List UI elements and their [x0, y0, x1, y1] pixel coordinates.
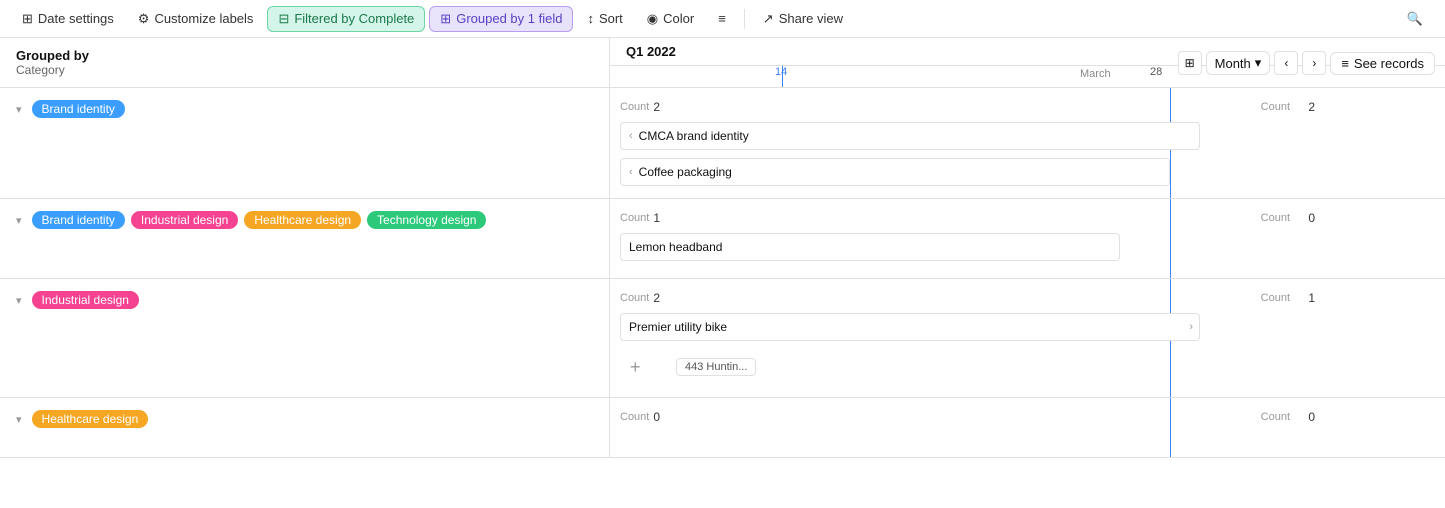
- group-row: ▾ Brand identity Count 2 Count 2 ‹ CMCA …: [0, 88, 1445, 199]
- date-settings-button[interactable]: ⊞ Date settings: [12, 7, 124, 31]
- partial-record: 443 Huntin...: [676, 358, 756, 376]
- record-bar-premier[interactable]: Premier utility bike ›: [620, 313, 1200, 341]
- collapse-icon[interactable]: ▾: [16, 294, 22, 307]
- grouped-by-field: Category: [16, 63, 593, 77]
- density-icon: ≡: [718, 11, 726, 26]
- tag-technology-design: Technology design: [367, 211, 486, 229]
- record-label: Lemon headband: [629, 240, 722, 254]
- main-area: Grouped by Category Q1 2022 March 14 28 …: [0, 38, 1445, 508]
- grouped-by-button[interactable]: ⊞ Grouped by 1 field: [429, 6, 573, 32]
- count-right-val: 0: [1308, 410, 1315, 424]
- see-records-button[interactable]: ≡ See records: [1330, 52, 1435, 75]
- group-timeline-industrial: Count 2 Count 1 Premier utility bike › +…: [610, 279, 1445, 397]
- vertical-line: [1170, 199, 1171, 278]
- add-record-row: + 443 Huntin...: [610, 345, 1445, 389]
- calendar-icon: ⊞: [22, 11, 33, 27]
- group-timeline-healthcare: Count 0 Count 0: [610, 398, 1445, 457]
- grouped-by-title: Grouped by: [16, 48, 593, 63]
- collapse-icon[interactable]: ▾: [16, 214, 22, 227]
- toolbar-divider: [744, 9, 745, 29]
- color-button[interactable]: ◉ Color: [637, 7, 704, 31]
- month-selector[interactable]: Month ▾: [1206, 51, 1271, 75]
- filtered-by-button[interactable]: ⊟ Filtered by Complete: [267, 6, 425, 32]
- count-right-label: Count: [1261, 101, 1290, 113]
- group-label-header: Grouped by Category: [0, 38, 610, 87]
- search-icon: 🔍: [1407, 11, 1423, 27]
- sort-button[interactable]: ↕ Sort: [577, 7, 632, 30]
- count-right-val: 1: [1308, 291, 1315, 305]
- count-row: Count 2 Count 2: [610, 96, 1445, 118]
- record-label: CMCA brand identity: [639, 129, 749, 143]
- tag-healthcare-design-2: Healthcare design: [32, 410, 149, 428]
- share-view-button[interactable]: ↗ Share view: [753, 7, 853, 31]
- count-row: Count 0 Count 0: [610, 406, 1445, 428]
- record-bar-cmca[interactable]: ‹ CMCA brand identity: [620, 122, 1200, 150]
- tag-brand-identity-2: Brand identity: [32, 211, 125, 229]
- density-button[interactable]: ≡: [708, 7, 736, 30]
- count-right-label: Count: [1261, 292, 1290, 304]
- chevron-left-icon: ‹: [629, 130, 633, 142]
- group-sidebar-healthcare: ▾ Healthcare design: [0, 398, 610, 457]
- collapse-icon[interactable]: ▾: [16, 103, 22, 116]
- group-icon: ⊞: [440, 11, 451, 27]
- chevron-left-icon: ‹: [629, 166, 633, 178]
- filter-icon: ⊟: [278, 11, 289, 27]
- toolbar: ⊞ Date settings ⚙ Customize labels ⊟ Fil…: [0, 0, 1445, 38]
- timeline-controls: ⊞ Month ▾ ‹ › ≡ See records: [1168, 38, 1445, 88]
- search-button[interactable]: 🔍: [1397, 7, 1433, 31]
- date-line-14: [782, 66, 783, 87]
- record-bar-lemon[interactable]: Lemon headband: [620, 233, 1120, 261]
- expand-icon[interactable]: ›: [1189, 321, 1193, 333]
- group-row-industrial: ▾ Industrial design Count 2 Count 1 Prem…: [0, 279, 1445, 398]
- count-right-label: Count: [1261, 411, 1290, 423]
- group-timeline-multi: Count 1 Count 0 Lemon headband: [610, 199, 1445, 278]
- date-28: 28: [1150, 66, 1162, 78]
- group-sidebar-brand-identity: ▾ Brand identity: [0, 88, 610, 198]
- group-sidebar-multi: ▾ Brand identity Industrial design Healt…: [0, 199, 610, 278]
- record-label: Premier utility bike: [629, 320, 727, 334]
- share-icon: ↗: [763, 11, 774, 27]
- count-row: Count 2 Count 1: [610, 287, 1445, 309]
- gear-icon: ⚙: [138, 11, 150, 27]
- count-right-val: 2: [1308, 100, 1315, 114]
- content-area: ▾ Brand identity Count 2 Count 2 ‹ CMCA …: [0, 88, 1445, 508]
- tag-industrial-design-2: Industrial design: [32, 291, 139, 309]
- count-right-label: Count: [1261, 212, 1290, 224]
- grid-view-button[interactable]: ⊞: [1178, 51, 1202, 75]
- chevron-down-icon: ▾: [1255, 55, 1262, 71]
- count-right-val: 0: [1308, 211, 1315, 225]
- sort-icon: ↕: [587, 11, 594, 26]
- add-record-button[interactable]: +: [630, 353, 658, 381]
- record-bar-coffee[interactable]: ‹ Coffee packaging: [620, 158, 1170, 186]
- march-label: March: [1080, 68, 1111, 80]
- customize-labels-button[interactable]: ⚙ Customize labels: [128, 7, 264, 31]
- color-icon: ◉: [647, 11, 658, 27]
- group-row-healthcare: ▾ Healthcare design Count 0 Count 0: [0, 398, 1445, 458]
- tag-healthcare-design: Healthcare design: [244, 211, 361, 229]
- prev-button[interactable]: ‹: [1274, 51, 1298, 75]
- record-label: Coffee packaging: [639, 165, 732, 179]
- tag-industrial-design: Industrial design: [131, 211, 238, 229]
- timeline-header: Grouped by Category Q1 2022 March 14 28 …: [0, 38, 1445, 88]
- records-icon: ≡: [1341, 56, 1349, 71]
- next-button[interactable]: ›: [1302, 51, 1326, 75]
- collapse-icon[interactable]: ▾: [16, 413, 22, 426]
- group-timeline-brand-identity: Count 2 Count 2 ‹ CMCA brand identity ‹ …: [610, 88, 1445, 198]
- vertical-line: [1170, 398, 1171, 457]
- count-row: Count 1 Count 0: [610, 207, 1445, 229]
- group-sidebar-industrial: ▾ Industrial design: [0, 279, 610, 397]
- group-row-multi: ▾ Brand identity Industrial design Healt…: [0, 199, 1445, 279]
- tag-brand-identity: Brand identity: [32, 100, 125, 118]
